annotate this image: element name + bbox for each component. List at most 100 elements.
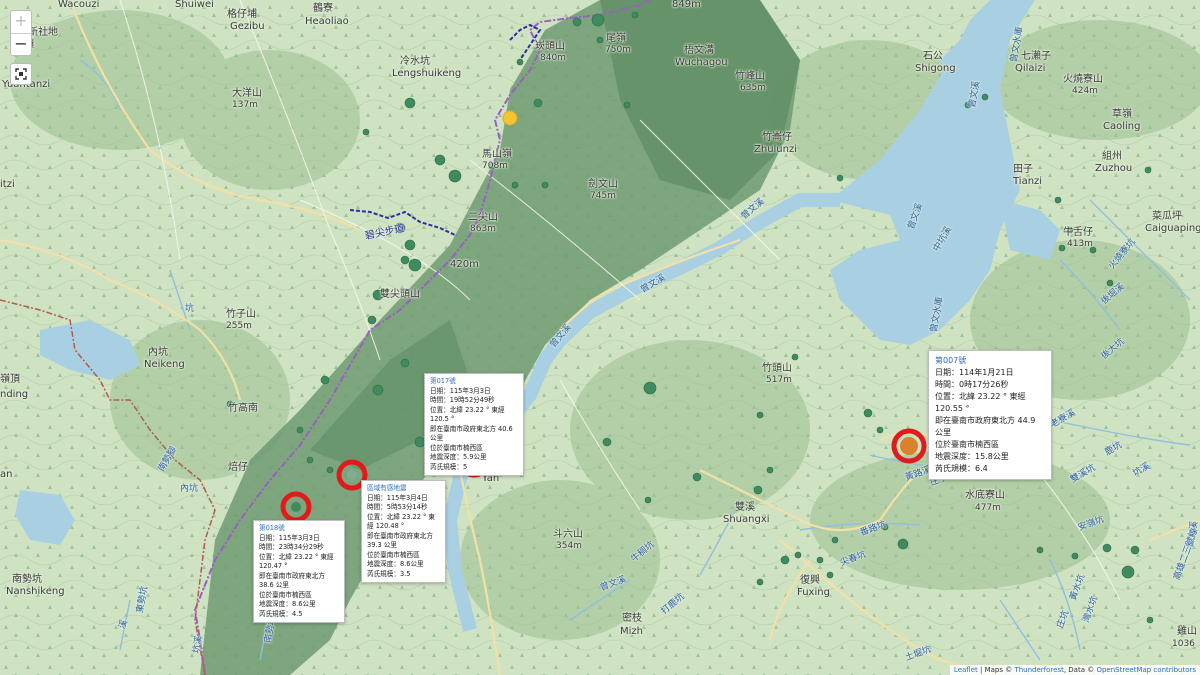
place-label: 七瀨子 [1021, 51, 1051, 62]
place-label: Lengshuikeng [392, 68, 462, 79]
popup-line: 芮氏規模：3.5 [367, 569, 411, 578]
popup-line: 時間：23時34分29秒 [259, 543, 324, 552]
place-label: 格仔埔 [227, 9, 257, 20]
osm-link[interactable]: OpenStreetMap contributors [1096, 666, 1196, 674]
popup-regional: 區域有感地震 日期：115年3月4日 時間：5時53分14秒 位置：北緯 23.… [361, 480, 446, 584]
map-canvas[interactable]: WacouziShuiwei格仔埔GezibuHeaoliao鶴寮頭新社地冷水坑… [0, 0, 1200, 675]
water-label: 坑 [185, 304, 195, 314]
popup-line: 位置：北緯 23.22 ° 東經 120.48 ° [367, 512, 436, 531]
place-label: Caoling [1103, 121, 1141, 132]
place-label: 鶴寮 [313, 3, 333, 14]
fullscreen-button[interactable] [10, 63, 32, 85]
place-label: 424m [1072, 86, 1098, 96]
place-label: 劍文山 [588, 179, 618, 190]
place-label: 梧文溝 [684, 45, 714, 56]
popup-line: 即在臺南市政府東北方 40.6 公里 [430, 424, 513, 443]
place-label: Shigong [915, 63, 956, 74]
place-label: 雙溪 [735, 502, 755, 513]
place-label: 849m [672, 0, 701, 10]
popup-title: 第018號 [259, 524, 285, 532]
map-attribution: Leaflet | Maps © Thunderforest, Data © O… [949, 665, 1200, 675]
popup-line: 日期：115年3月4日 [367, 493, 428, 502]
place-label: 火燒寮山 [1063, 74, 1103, 85]
place-label: 745m [590, 191, 616, 201]
place-label: Neikeng [144, 359, 185, 370]
place-label: nding [0, 389, 29, 400]
place-label: Qilaizi [1015, 63, 1046, 74]
popup-line: 地震深度：8.6公里 [259, 600, 316, 609]
thunderforest-link[interactable]: Thunderforest [1014, 666, 1063, 674]
map-base-layer [0, 0, 1200, 675]
place-label: Shuiwei [175, 0, 214, 10]
popup-title: 第017號 [430, 377, 456, 385]
leaflet-link[interactable]: Leaflet [954, 666, 978, 674]
place-label: 內坑 [148, 347, 168, 358]
popup-line: 位於臺南市楠西區 [430, 443, 483, 452]
place-label: 組州 [1102, 151, 1122, 162]
zoom-out-button[interactable]: − [11, 33, 31, 55]
place-label: 137m [232, 100, 258, 110]
place-label: itzi [0, 179, 15, 190]
place-label: 崁頭山 [535, 41, 565, 52]
place-label: 708m [482, 161, 508, 171]
place-label: 255m [226, 321, 252, 331]
popup-line: 地震深度：5.9公里 [430, 453, 487, 462]
popup-line: 位於臺南市楠西區 [935, 440, 999, 449]
place-label: 馬山嶺 [482, 149, 512, 160]
fullscreen-icon [15, 68, 27, 80]
place-label: 雞山 [1177, 626, 1197, 637]
water-label: 內坑 [180, 484, 199, 494]
place-label: 水底寮山 [965, 490, 1005, 501]
popup-line: 位於臺南市楠西區 [367, 550, 420, 559]
place-label: 竹崙仔 [762, 132, 792, 143]
place-label: Wacouzi [58, 0, 100, 10]
place-label: 354m [556, 541, 582, 551]
place-label: 竹頭山 [762, 363, 792, 374]
place-label: 517m [766, 375, 792, 385]
place-label: 菜瓜坪 [1152, 211, 1182, 222]
place-label: Tianzi [1013, 176, 1043, 187]
popup-line: 芮氏規模：6.4 [935, 464, 988, 473]
popup-line: 日期：115年3月3日 [259, 533, 320, 542]
place-label: an [0, 469, 13, 480]
place-label: 1036 [1172, 639, 1195, 649]
popup-017: 第017號 日期：115年3月3日 時間：19時52分49秒 位置：北緯 23.… [424, 373, 524, 477]
popup-line: 位於臺南市楠西區 [259, 590, 312, 599]
place-label: Gezibu [230, 21, 265, 32]
place-label: 新社地 [28, 27, 58, 38]
place-label: Heaoliao [305, 16, 349, 27]
place-label: 田子 [1013, 164, 1033, 175]
zoom-control: + − [10, 10, 32, 56]
place-label: 竹子山 [226, 309, 256, 320]
zoom-in-button[interactable]: + [11, 11, 31, 33]
place-label: 石公 [923, 51, 943, 62]
popup-line: 位置：北緯 23.22 ° 東經 120.47 ° [259, 552, 334, 571]
place-label: Zuzhou [1095, 163, 1133, 174]
attribution-sep: | Maps © [977, 666, 1015, 674]
place-label: 大洋山 [232, 88, 262, 99]
place-label: 477m [975, 503, 1001, 513]
place-label: 413m [1067, 239, 1093, 249]
place-label: 密枝 [622, 613, 642, 624]
popup-line: 時間：5時53分14秒 [367, 503, 428, 512]
place-label: 635m [740, 83, 766, 93]
popup-018: 第018號 日期：115年3月3日 時間：23時34分29秒 位置：北緯 23.… [253, 520, 345, 624]
place-label: Nanshikeng [6, 586, 65, 597]
popup-007: 第007號 日期：114年1月21日 時間：0時17分26秒 位置：北緯 23.… [928, 350, 1052, 480]
popup-line: 即在臺南市政府東北方 44.9 公里 [935, 416, 1036, 437]
place-label: 863m [470, 224, 496, 234]
place-label: 竹高南 [228, 403, 258, 414]
place-label: 復興 [800, 575, 820, 586]
attribution-sep: , Data © [1063, 666, 1097, 674]
yellow-marker [502, 110, 518, 126]
place-label: 嶺頂 [0, 374, 20, 385]
place-label: Wuchagou [675, 57, 728, 68]
place-label: 雙尖頭山 [380, 289, 420, 300]
place-label: Shuangxi [723, 514, 770, 525]
place-label: 750m [605, 45, 631, 55]
popup-line: 位置：北緯 23.22 ° 東經 120.55 ° [935, 392, 1026, 413]
place-label: 南勢坑 [12, 574, 42, 585]
place-label: 尾嶺 [606, 33, 626, 44]
popup-line: 日期：115年3月3日 [430, 386, 491, 395]
popup-line: 芮氏規模：5 [430, 462, 468, 471]
